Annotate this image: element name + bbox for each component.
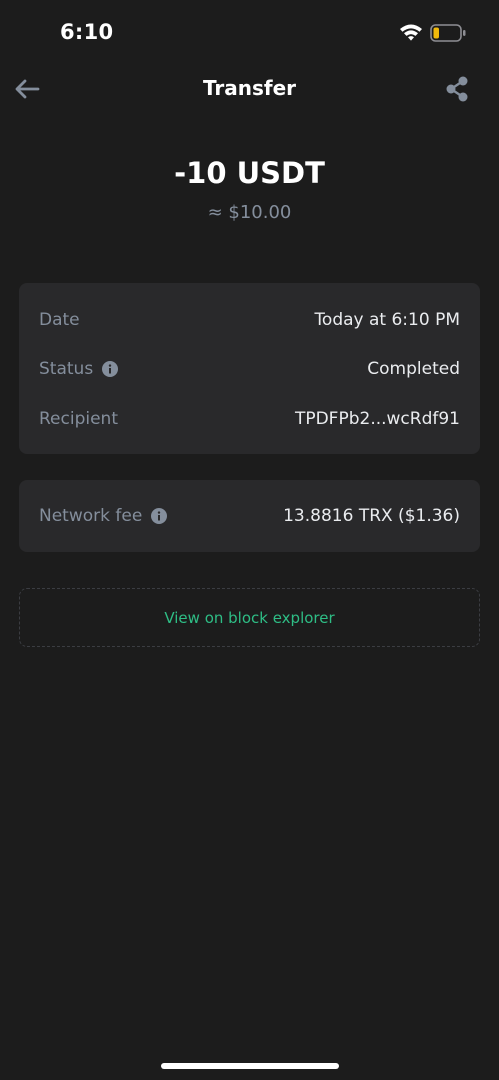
network-fee-value: 13.8816 TRX ($1.36) — [283, 506, 460, 526]
network-fee-label: Network fee — [39, 506, 143, 526]
recipient-value[interactable]: TPDFPb2...wcRdf91 — [295, 409, 460, 429]
details-card: Date Today at 6:10 PM Status Completed R… — [19, 283, 480, 454]
date-value: Today at 6:10 PM — [314, 310, 460, 330]
recipient-row: Recipient TPDFPb2...wcRdf91 — [39, 404, 460, 434]
transfer-amount: -10 USDT — [174, 156, 325, 190]
status-value: Completed — [367, 359, 460, 379]
status-time: 6:10 — [60, 20, 114, 44]
home-indicator[interactable] — [161, 1063, 339, 1069]
info-icon[interactable] — [102, 361, 119, 377]
recipient-label: Recipient — [39, 409, 118, 429]
status-bar: 6:10 — [0, 0, 499, 66]
date-row: Date Today at 6:10 PM — [39, 305, 460, 335]
battery-icon — [430, 24, 466, 42]
network-fee-label-group: Network fee — [39, 506, 168, 526]
page-title: Transfer — [202, 76, 297, 100]
status-label-group: Status — [39, 359, 119, 379]
wifi-icon — [400, 24, 422, 41]
network-fee-row: Network fee 13.8816 TRX ($1.36) — [39, 501, 460, 531]
status-row: Status Completed — [39, 354, 460, 384]
date-label: Date — [39, 310, 80, 330]
info-icon[interactable] — [151, 508, 168, 524]
nav-bar: Transfer — [0, 66, 499, 112]
view-on-block-explorer-button[interactable]: View on block explorer — [19, 588, 480, 647]
fiat-amount: ≈ $10.00 — [207, 202, 292, 223]
share-icon — [446, 76, 468, 102]
status-label: Status — [39, 359, 94, 379]
share-button[interactable] — [440, 72, 474, 106]
fee-card: Network fee 13.8816 TRX ($1.36) — [19, 480, 480, 552]
